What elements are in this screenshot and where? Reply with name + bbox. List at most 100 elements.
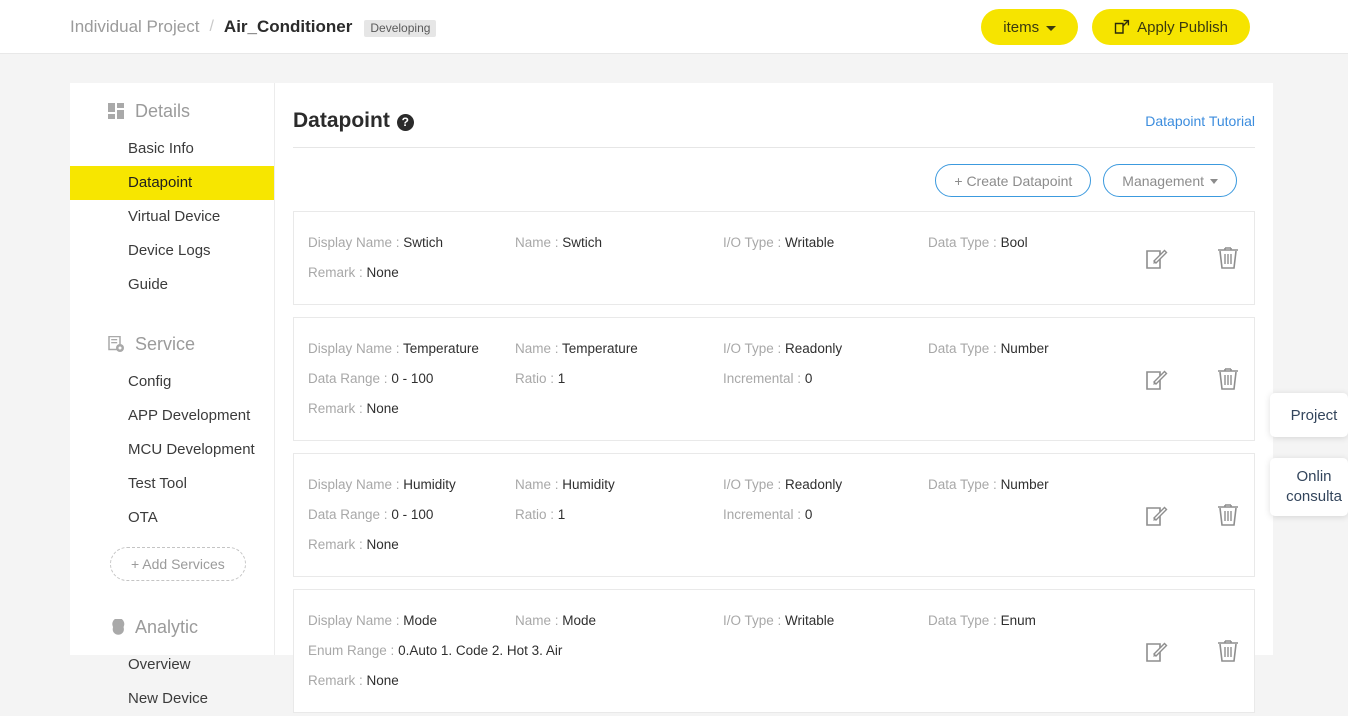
field-label: Data Range :: [308, 371, 388, 386]
edit-icon[interactable]: [1146, 504, 1168, 526]
floating-consult-line2: consulta: [1286, 487, 1342, 507]
field-value: Swtich: [403, 235, 443, 250]
datapoint-fields: Display Name : Mode Name : Mode I/O Type…: [294, 606, 1254, 696]
field-incremental: Incremental : 0: [723, 504, 928, 526]
field-value: 0: [805, 371, 813, 386]
field-label: Data Type :: [928, 613, 997, 628]
field-display-name: Display Name : Mode: [308, 610, 515, 632]
datapoint-row: Remark : None: [308, 666, 1254, 696]
sidebar-group-header-details: Details: [70, 91, 274, 132]
items-dropdown-button[interactable]: items: [981, 9, 1078, 45]
field-label: Name :: [515, 477, 559, 492]
field-label: Remark :: [308, 401, 363, 416]
sidebar-spacer-1: [70, 302, 274, 316]
sidebar-item-virtual-device[interactable]: Virtual Device: [70, 200, 274, 234]
field-value: 0 - 100: [391, 507, 433, 522]
field-ratio: Ratio : 1: [515, 368, 723, 390]
field-value: Mode: [562, 613, 596, 628]
field-ratio: Ratio : 1: [515, 504, 723, 526]
field-label: Data Range :: [308, 507, 388, 522]
field-incremental: Incremental : 0: [723, 368, 928, 390]
sidebar-item-app-development[interactable]: APP Development: [70, 399, 274, 433]
field-name: Name : Temperature: [515, 338, 723, 360]
datapoint-row: Display Name : Swtich Name : Swtich I/O …: [308, 228, 1254, 258]
datapoint-card: Display Name : Humidity Name : Humidity …: [293, 453, 1255, 577]
sidebar-item-guide[interactable]: Guide: [70, 268, 274, 302]
sidebar-item-ota[interactable]: OTA: [70, 501, 274, 535]
sidebar-group-title-details: Details: [135, 101, 190, 122]
service-gear-icon: [108, 336, 125, 353]
edit-icon[interactable]: [1146, 247, 1168, 269]
field-value: 0.Auto 1. Code 2. Hot 3. Air: [398, 643, 562, 658]
floating-project-button[interactable]: Project: [1270, 393, 1348, 437]
field-value: Writable: [785, 613, 834, 628]
sidebar-group-analytic: Analytic Overview New Device: [70, 599, 274, 716]
sidebar-spacer-2: [70, 585, 274, 599]
grid-icon: [108, 103, 125, 120]
field-label: I/O Type :: [723, 477, 781, 492]
edit-icon[interactable]: [1146, 640, 1168, 662]
sidebar-item-datapoint[interactable]: Datapoint: [70, 166, 274, 200]
sidebar-item-mcu-development[interactable]: MCU Development: [70, 433, 274, 467]
datapoint-row: Data Range : 0 - 100 Ratio : 1 Increment…: [308, 364, 1254, 394]
datapoint-actions: [1146, 502, 1240, 528]
datapoint-card: Display Name : Swtich Name : Swtich I/O …: [293, 211, 1255, 305]
delete-icon[interactable]: [1216, 245, 1240, 271]
management-dropdown-button[interactable]: Management: [1103, 164, 1237, 197]
field-name: Name : Swtich: [515, 232, 723, 254]
field-label: Remark :: [308, 537, 363, 552]
field-data-type: Data Type : Number: [928, 474, 1128, 496]
field-value: Readonly: [785, 477, 842, 492]
field-enum-range: Enum Range : 0.Auto 1. Code 2. Hot 3. Ai…: [308, 640, 562, 662]
field-remark: Remark : None: [308, 670, 399, 692]
floating-online-consultation-button[interactable]: Onlin consulta: [1270, 458, 1348, 516]
datapoint-fields: Display Name : Temperature Name : Temper…: [294, 334, 1254, 424]
datapoint-row: Display Name : Temperature Name : Temper…: [308, 334, 1254, 364]
sidebar-item-device-logs[interactable]: Device Logs: [70, 234, 274, 268]
field-value: 0 - 100: [391, 371, 433, 386]
field-remark: Remark : None: [308, 534, 399, 556]
datapoint-row: Remark : None: [308, 530, 1254, 560]
external-link-icon: [1114, 19, 1130, 35]
delete-icon[interactable]: [1216, 638, 1240, 664]
datapoint-fields: Display Name : Humidity Name : Humidity …: [294, 470, 1254, 560]
pie-chart-icon: [108, 619, 125, 636]
datapoint-tutorial-link[interactable]: Datapoint Tutorial: [1145, 113, 1255, 129]
field-io-type: I/O Type : Writable: [723, 610, 928, 632]
edit-icon[interactable]: [1146, 368, 1168, 390]
field-value: Mode: [403, 613, 437, 628]
delete-icon[interactable]: [1216, 366, 1240, 392]
field-label: I/O Type :: [723, 613, 781, 628]
field-display-name: Display Name : Swtich: [308, 232, 515, 254]
field-name: Name : Humidity: [515, 474, 723, 496]
apply-publish-button[interactable]: Apply Publish: [1092, 9, 1250, 45]
sidebar-group-title-analytic: Analytic: [135, 617, 198, 638]
field-display-name: Display Name : Temperature: [308, 338, 515, 360]
field-value: Enum: [1001, 613, 1036, 628]
datapoint-row: Data Range : 0 - 100 Ratio : 1 Increment…: [308, 500, 1254, 530]
sidebar-group-title-service: Service: [135, 334, 195, 355]
create-datapoint-button[interactable]: + Create Datapoint: [935, 164, 1091, 197]
field-value: Humidity: [403, 477, 456, 492]
sidebar: Details Basic Info Datapoint Virtual Dev…: [70, 83, 275, 655]
datapoint-row: Remark : None: [308, 258, 1254, 288]
add-services-button[interactable]: + Add Services: [110, 547, 246, 581]
help-icon[interactable]: ?: [397, 114, 414, 131]
sidebar-item-new-device[interactable]: New Device: [70, 682, 274, 716]
sidebar-item-test-tool[interactable]: Test Tool: [70, 467, 274, 501]
sidebar-item-config[interactable]: Config: [70, 365, 274, 399]
delete-icon[interactable]: [1216, 502, 1240, 528]
field-label: Data Type :: [928, 477, 997, 492]
status-badge: Developing: [364, 20, 436, 37]
field-value: Writable: [785, 235, 834, 250]
field-label: Name :: [515, 235, 559, 250]
field-name: Name : Mode: [515, 610, 723, 632]
main-content: Datapoint ? Datapoint Tutorial + Create …: [275, 83, 1273, 655]
sidebar-item-overview[interactable]: Overview: [70, 648, 274, 682]
breadcrumb-separator: /: [209, 18, 213, 36]
field-io-type: I/O Type : Writable: [723, 232, 928, 254]
breadcrumb-parent[interactable]: Individual Project: [70, 17, 199, 37]
field-value: Number: [1001, 341, 1049, 356]
sidebar-item-basic-info[interactable]: Basic Info: [70, 132, 274, 166]
field-label: Name :: [515, 613, 559, 628]
